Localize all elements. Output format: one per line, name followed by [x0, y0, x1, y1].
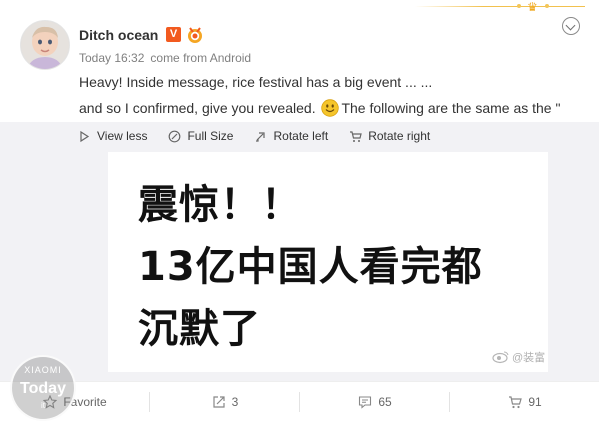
- cart-icon: [509, 396, 523, 409]
- rotate-right-label: Rotate right: [368, 129, 431, 143]
- post-body: Heavy! Inside message, rice festival has…: [79, 69, 594, 121]
- media-toolbar: View less Full Size Rotate left Rotate r…: [78, 128, 451, 144]
- image-caption: 震惊！！ 13亿中国人看完都 沉默了: [138, 174, 483, 360]
- post-line-2-end: The following are the same as the ": [341, 100, 561, 116]
- view-less-button[interactable]: View less: [78, 129, 147, 143]
- weibo-post-card: ♛ Ditch ocean V Today 16:32 come from And…: [0, 0, 599, 422]
- rotate-left-label: Rotate left: [273, 129, 329, 143]
- post-line-2: and so I confirmed, give you revealed. T…: [79, 95, 594, 121]
- repost-button[interactable]: 3: [150, 382, 300, 422]
- gold-line: [415, 6, 585, 7]
- like-count: 91: [528, 395, 542, 409]
- logo-brand-text: Today: [20, 380, 66, 397]
- post-line-2-start: and so I confirmed, give you revealed.: [79, 100, 316, 116]
- image-line-2: 13亿中国人看完都: [138, 244, 483, 290]
- username[interactable]: Ditch ocean: [79, 27, 158, 43]
- rotate-left-icon: [256, 131, 266, 142]
- action-bar: Favorite 3 65 91: [0, 381, 599, 422]
- post-line-1: Heavy! Inside message, rice festival has…: [79, 74, 433, 90]
- comment-icon: [359, 396, 372, 409]
- medal-icon[interactable]: [186, 26, 204, 44]
- post-image[interactable]: 震惊！！ 13亿中国人看完都 沉默了 @装富: [108, 152, 548, 372]
- gold-dot: [517, 4, 521, 8]
- full-size-button[interactable]: Full Size: [168, 129, 233, 143]
- image-line-1: 震惊！！: [138, 182, 302, 228]
- image-watermark: @装富: [492, 349, 545, 365]
- repost-icon: [213, 396, 225, 408]
- comment-button[interactable]: 65: [300, 382, 450, 422]
- gold-dot: [545, 4, 549, 8]
- avatar-photo: [21, 21, 69, 69]
- like-button[interactable]: 91: [450, 382, 599, 422]
- watermark-text: @装富: [512, 352, 546, 364]
- view-less-label: View less: [97, 129, 148, 143]
- logo-top-text: XIAOMI: [24, 365, 62, 375]
- top-decoration: ♛: [0, 0, 599, 14]
- rotate-right-button[interactable]: Rotate right: [349, 129, 430, 143]
- full-size-label: Full Size: [187, 129, 234, 143]
- rotate-left-button[interactable]: Rotate left: [254, 129, 328, 143]
- verified-badge-icon: V: [166, 27, 181, 42]
- more-options-button[interactable]: [562, 17, 580, 35]
- logo-sub-text: it: [41, 401, 45, 410]
- rotate-right-icon: [350, 130, 362, 142]
- post-source: come from Android: [150, 51, 252, 65]
- magnify-icon: [169, 130, 181, 142]
- post-timestamp[interactable]: Today 16:32: [79, 51, 144, 65]
- image-line-3: 沉默了: [138, 306, 261, 352]
- smiley-emoji-icon: [321, 99, 340, 117]
- chevron-down-icon: [565, 20, 576, 31]
- collapse-arrow-icon: [80, 130, 90, 142]
- post-meta: Today 16:32 come from Android: [79, 51, 251, 65]
- avatar[interactable]: [20, 20, 70, 70]
- crown-icon: ♛: [527, 0, 538, 14]
- weibo-eye-icon: [492, 351, 509, 364]
- repost-count: 3: [231, 395, 239, 409]
- xiaomi-today-logo: XIAOMI Today it: [10, 355, 76, 421]
- comment-count: 65: [378, 395, 392, 409]
